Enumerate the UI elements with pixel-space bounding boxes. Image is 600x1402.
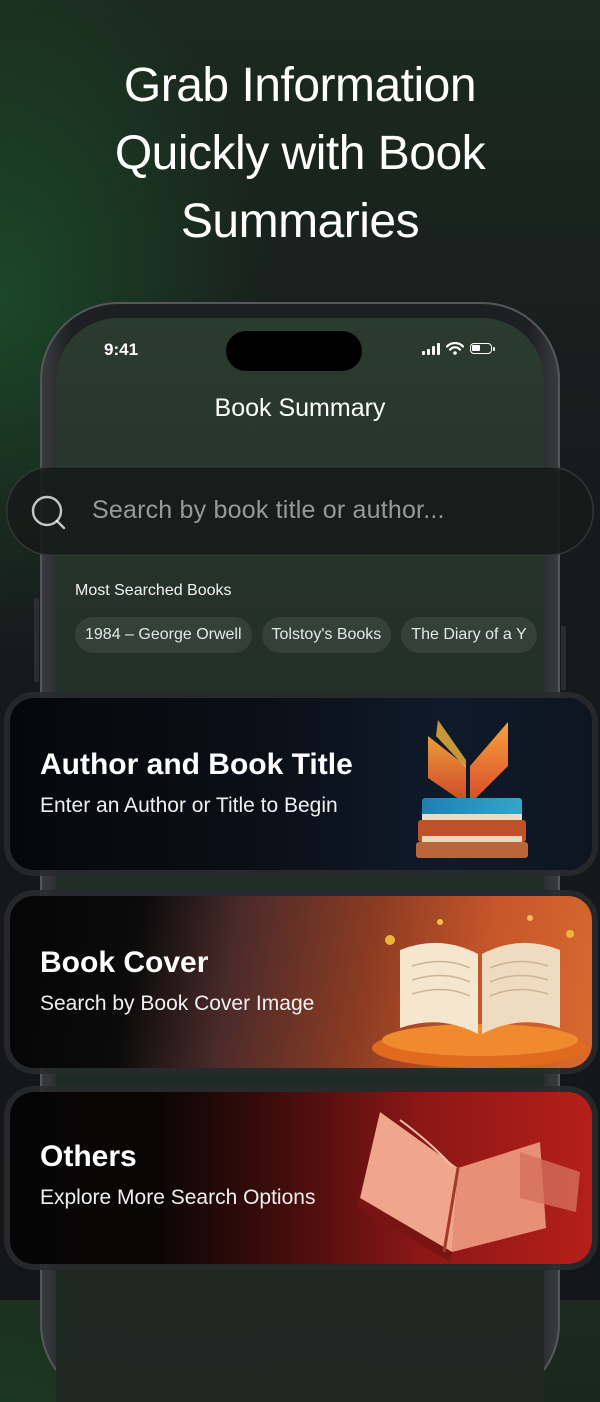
- card-subtitle: Explore More Search Options: [40, 1186, 316, 1209]
- books-stack-icon: [416, 720, 528, 858]
- search-input[interactable]: Search by book title or author...: [92, 496, 445, 525]
- card-others[interactable]: Others Explore More Search Options: [10, 1092, 592, 1264]
- chip-book[interactable]: 1984 – George Orwell: [75, 617, 252, 653]
- card-book-cover[interactable]: Book Cover Search by Book Cover Image: [10, 896, 592, 1068]
- chip-book[interactable]: Tolstoy's Books: [261, 617, 392, 653]
- card-subtitle: Search by Book Cover Image: [40, 992, 315, 1015]
- open-book-icon: [372, 915, 588, 1068]
- headline: Grab Information Quickly with Book Summa…: [0, 52, 600, 256]
- headline-line-3: Summaries: [180, 195, 420, 248]
- card-author-title[interactable]: Author and Book Title Enter an Author or…: [10, 698, 592, 870]
- status-icons: [422, 342, 495, 355]
- card-subtitle: Enter an Author or Title to Begin: [40, 794, 338, 817]
- most-searched-title: Most Searched Books: [75, 582, 232, 599]
- card-title: Others: [40, 1140, 137, 1173]
- search-bar[interactable]: Search by book title or author...: [6, 466, 594, 556]
- wifi-icon: [446, 342, 464, 355]
- battery-icon: [470, 343, 495, 354]
- power-button: [561, 626, 566, 690]
- status-time: 9:41: [104, 340, 139, 359]
- headline-line-2: Quickly with Book: [114, 127, 486, 180]
- dynamic-island: [226, 331, 362, 371]
- flying-book-icon: [356, 1112, 580, 1262]
- volume-button: [34, 598, 39, 682]
- search-icon: [31, 495, 66, 530]
- card-title: Author and Book Title: [40, 748, 353, 781]
- screen-title: Book Summary: [214, 394, 386, 422]
- chip-book[interactable]: The Diary of a Y: [401, 617, 537, 653]
- card-title: Book Cover: [40, 946, 209, 979]
- most-searched-chips: 1984 – George Orwell Tolstoy's Books The…: [75, 617, 545, 655]
- headline-line-1: Grab Information: [123, 59, 477, 112]
- signal-icon: [422, 342, 440, 355]
